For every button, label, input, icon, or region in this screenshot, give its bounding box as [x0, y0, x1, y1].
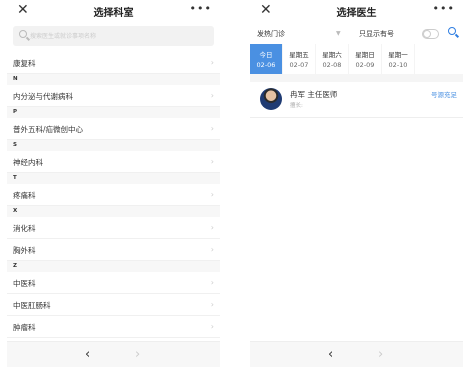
bottom-nav-bar: ‹ › — [7, 341, 220, 367]
date-tab[interactable]: 星期六 02-08 — [316, 44, 349, 74]
department-label: 肿瘤科 — [13, 323, 36, 332]
section-letter: Z — [7, 261, 220, 272]
clinic-select[interactable]: 发热门诊 — [257, 29, 285, 39]
search-icon[interactable] — [448, 27, 456, 35]
search-input[interactable]: 搜索医生或就诊事项名称 — [13, 26, 214, 46]
back-arrow-icon[interactable]: ‹ — [85, 347, 90, 362]
section-letter: X — [7, 206, 220, 217]
search-placeholder: 搜索医生或就诊事项名称 — [30, 33, 97, 40]
department-list: 康复科 › N 内分泌与代谢病科 › P 普外五科/疝微创中心 › S 神经内科 › T 疼痛科 › X 消化… — [7, 52, 220, 338]
department-label: 胸外科 — [13, 246, 36, 255]
department-item[interactable]: 康复科 › — [7, 52, 220, 74]
chevron-down-icon[interactable]: ▼ — [336, 30, 341, 37]
page-title: 选择科室 — [93, 8, 134, 19]
availability-status: 号源充足 — [431, 91, 457, 99]
doctor-specialty: 擅长: — [290, 103, 303, 109]
department-item[interactable]: 神经内科 › — [7, 151, 220, 173]
date-tab[interactable]: 今日 02-06 — [250, 44, 283, 74]
more-icon[interactable]: ••• — [190, 2, 212, 15]
chevron-right-icon: › — [210, 245, 214, 254]
date-value: 02-07 — [289, 61, 309, 69]
date-tab[interactable]: 星期日 02-09 — [349, 44, 382, 74]
date-weekday: 今日 — [259, 51, 273, 59]
chevron-right-icon: › — [210, 58, 214, 67]
divider — [250, 74, 463, 82]
only-available-toggle[interactable] — [422, 29, 439, 39]
chevron-right-icon: › — [210, 300, 214, 309]
chevron-right-icon: › — [210, 124, 214, 133]
forward-arrow-icon[interactable]: › — [135, 347, 140, 362]
doctor-name: 冉军 主任医师 — [290, 90, 338, 99]
date-value: 02-06 — [256, 61, 276, 69]
doctor-card[interactable]: 冉军 主任医师 擅长: 号源充足 — [250, 82, 463, 118]
filter-bar: 发热门诊 ▼ 只显示有号 — [250, 24, 463, 44]
department-item[interactable]: 中医科 › — [7, 272, 220, 294]
more-icon[interactable]: ••• — [433, 2, 455, 15]
chevron-right-icon: › — [210, 278, 214, 287]
date-weekday: 星期日 — [355, 51, 375, 59]
title-bar: ✕ 选择医生 ••• — [250, 0, 463, 24]
department-label: 普外五科/疝微创中心 — [13, 125, 84, 134]
date-weekday: 星期五 — [289, 51, 309, 59]
title-bar: ✕ 选择科室 ••• — [7, 0, 220, 24]
date-tab[interactable]: 星期一 02-10 — [382, 44, 415, 74]
section-letter: N — [7, 74, 220, 85]
department-label: 神经内科 — [13, 158, 43, 167]
search-icon — [19, 30, 27, 38]
forward-arrow-icon[interactable]: › — [378, 347, 383, 362]
avatar — [260, 88, 282, 110]
date-value: 02-08 — [322, 61, 342, 69]
department-label: 内分泌与代谢病科 — [13, 92, 73, 101]
section-letter: S — [7, 140, 220, 151]
chevron-right-icon: › — [210, 157, 214, 166]
department-item[interactable]: 消化科 › — [7, 217, 220, 239]
department-label: 康复科 — [13, 59, 36, 68]
department-label: 疼痛科 — [13, 191, 36, 200]
department-item[interactable]: 中医肛肠科 › — [7, 294, 220, 316]
department-item[interactable]: 胸外科 › — [7, 239, 220, 261]
section-letter: P — [7, 107, 220, 118]
toggle-knob — [423, 30, 431, 38]
section-letter: T — [7, 173, 220, 184]
bottom-nav-bar: ‹ › — [250, 341, 463, 367]
department-label: 中医科 — [13, 279, 36, 288]
department-item[interactable]: 肿瘤科 › — [7, 316, 220, 338]
doctor-panel: ✕ 选择医生 ••• 发热门诊 ▼ 只显示有号 今日 02-06 星期五 02-07 星… — [250, 0, 463, 370]
chevron-right-icon: › — [210, 91, 214, 100]
department-panel: ✕ 选择科室 ••• 搜索医生或就诊事项名称 康复科 › N 内分泌与代谢病科 › P 普外… — [7, 0, 220, 370]
chevron-right-icon: › — [210, 322, 214, 331]
department-item[interactable]: 内分泌与代谢病科 › — [7, 85, 220, 107]
date-weekday: 星期一 — [388, 51, 408, 59]
department-item[interactable]: 疼痛科 › — [7, 184, 220, 206]
back-arrow-icon[interactable]: ‹ — [328, 347, 333, 362]
department-label: 消化科 — [13, 224, 36, 233]
page-title: 选择医生 — [336, 8, 377, 19]
date-tab[interactable]: 星期五 02-07 — [283, 44, 316, 74]
only-available-label: 只显示有号 — [359, 30, 394, 38]
department-label: 中医肛肠科 — [13, 301, 51, 310]
date-strip: 今日 02-06 星期五 02-07 星期六 02-08 星期日 02-09 星期一 02-10 — [250, 44, 463, 74]
chevron-right-icon: › — [210, 223, 214, 232]
date-value: 02-09 — [355, 61, 375, 69]
department-item[interactable]: 普外五科/疝微创中心 › — [7, 118, 220, 140]
date-weekday: 星期六 — [322, 51, 342, 59]
chevron-right-icon: › — [210, 190, 214, 199]
date-value: 02-10 — [388, 61, 408, 69]
